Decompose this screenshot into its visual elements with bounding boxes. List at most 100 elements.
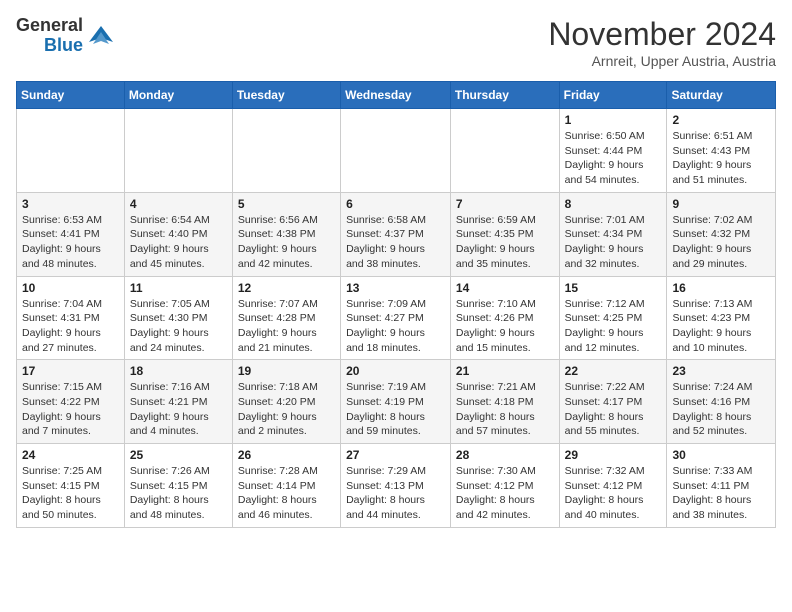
logo-icon [87,22,115,50]
calendar-cell: 26 Sunrise: 7:28 AM Sunset: 4:14 PM Dayli… [232,444,340,528]
calendar-cell: 19 Sunrise: 7:18 AM Sunset: 4:20 PM Dayli… [232,360,340,444]
day-number: 8 [565,197,662,211]
weekday-header-wednesday: Wednesday [341,82,451,109]
calendar-cell: 29 Sunrise: 7:32 AM Sunset: 4:12 PM Dayli… [559,444,667,528]
header: General Blue November 2024 Arnreit, Uppe… [16,16,776,69]
calendar-body: 1Sunrise: 6:50 AM Sunset: 4:44 PM Daylig… [17,109,776,528]
weekday-row: SundayMondayTuesdayWednesdayThursdayFrid… [17,82,776,109]
day-info: Sunrise: 7:15 AM Sunset: 4:22 PM Dayligh… [22,380,119,439]
day-number: 26 [238,448,335,462]
day-info: Sunrise: 6:54 AM Sunset: 4:40 PM Dayligh… [130,213,227,272]
calendar: SundayMondayTuesdayWednesdayThursdayFrid… [16,81,776,528]
day-number: 20 [346,364,445,378]
calendar-week-1: 1Sunrise: 6:50 AM Sunset: 4:44 PM Daylig… [17,109,776,193]
day-info: Sunrise: 7:19 AM Sunset: 4:19 PM Dayligh… [346,380,445,439]
day-info: Sunrise: 7:04 AM Sunset: 4:31 PM Dayligh… [22,297,119,356]
day-info: Sunrise: 7:21 AM Sunset: 4:18 PM Dayligh… [456,380,554,439]
calendar-week-5: 24 Sunrise: 7:25 AM Sunset: 4:15 PM Dayli… [17,444,776,528]
calendar-cell: 18Sunrise: 7:16 AM Sunset: 4:21 PM Dayli… [124,360,232,444]
day-info: Sunrise: 7:07 AM Sunset: 4:28 PM Dayligh… [238,297,335,356]
calendar-cell: 12 Sunrise: 7:07 AM Sunset: 4:28 PM Dayli… [232,276,340,360]
calendar-week-4: 17Sunrise: 7:15 AM Sunset: 4:22 PM Dayli… [17,360,776,444]
calendar-cell [341,109,451,193]
calendar-cell [124,109,232,193]
day-number: 16 [672,281,770,295]
day-number: 4 [130,197,227,211]
day-info: Sunrise: 7:29 AM Sunset: 4:13 PM Dayligh… [346,464,445,523]
day-number: 6 [346,197,445,211]
day-info: Sunrise: 7:10 AM Sunset: 4:26 PM Dayligh… [456,297,554,356]
month-title: November 2024 [548,16,776,53]
calendar-cell: 23Sunrise: 7:24 AM Sunset: 4:16 PM Dayli… [667,360,776,444]
day-info: Sunrise: 7:32 AM Sunset: 4:12 PM Dayligh… [565,464,662,523]
day-number: 10 [22,281,119,295]
day-info: Sunrise: 7:12 AM Sunset: 4:25 PM Dayligh… [565,297,662,356]
day-info: Sunrise: 6:59 AM Sunset: 4:35 PM Dayligh… [456,213,554,272]
weekday-header-tuesday: Tuesday [232,82,340,109]
day-info: Sunrise: 7:09 AM Sunset: 4:27 PM Dayligh… [346,297,445,356]
location-title: Arnreit, Upper Austria, Austria [548,53,776,69]
day-number: 1 [565,113,662,127]
calendar-cell: 5 Sunrise: 6:56 AM Sunset: 4:38 PM Daylig… [232,192,340,276]
day-number: 23 [672,364,770,378]
weekday-header-friday: Friday [559,82,667,109]
calendar-cell: 4 Sunrise: 6:54 AM Sunset: 4:40 PM Daylig… [124,192,232,276]
day-info: Sunrise: 7:18 AM Sunset: 4:20 PM Dayligh… [238,380,335,439]
day-number: 12 [238,281,335,295]
day-info: Sunrise: 6:53 AM Sunset: 4:41 PM Dayligh… [22,213,119,272]
calendar-cell: 25Sunrise: 7:26 AM Sunset: 4:15 PM Dayli… [124,444,232,528]
calendar-cell: 17Sunrise: 7:15 AM Sunset: 4:22 PM Dayli… [17,360,125,444]
day-number: 25 [130,448,227,462]
calendar-cell: 24 Sunrise: 7:25 AM Sunset: 4:15 PM Dayli… [17,444,125,528]
title-area: November 2024 Arnreit, Upper Austria, Au… [548,16,776,69]
day-info: Sunrise: 7:25 AM Sunset: 4:15 PM Dayligh… [22,464,119,523]
day-number: 18 [130,364,227,378]
calendar-cell: 15 Sunrise: 7:12 AM Sunset: 4:25 PM Dayli… [559,276,667,360]
day-number: 15 [565,281,662,295]
calendar-cell: 21Sunrise: 7:21 AM Sunset: 4:18 PM Dayli… [450,360,559,444]
day-number: 3 [22,197,119,211]
day-number: 24 [22,448,119,462]
day-info: Sunrise: 7:05 AM Sunset: 4:30 PM Dayligh… [130,297,227,356]
calendar-week-2: 3 Sunrise: 6:53 AM Sunset: 4:41 PM Daylig… [17,192,776,276]
day-info: Sunrise: 6:56 AM Sunset: 4:38 PM Dayligh… [238,213,335,272]
weekday-header-sunday: Sunday [17,82,125,109]
day-number: 9 [672,197,770,211]
calendar-cell: 10 Sunrise: 7:04 AM Sunset: 4:31 PM Dayli… [17,276,125,360]
day-info: Sunrise: 7:28 AM Sunset: 4:14 PM Dayligh… [238,464,335,523]
day-number: 2 [672,113,770,127]
calendar-cell [232,109,340,193]
calendar-cell: 9 Sunrise: 7:02 AM Sunset: 4:32 PM Daylig… [667,192,776,276]
calendar-cell: 30Sunrise: 7:33 AM Sunset: 4:11 PM Dayli… [667,444,776,528]
calendar-cell: 8 Sunrise: 7:01 AM Sunset: 4:34 PM Daylig… [559,192,667,276]
calendar-cell: 3 Sunrise: 6:53 AM Sunset: 4:41 PM Daylig… [17,192,125,276]
day-number: 29 [565,448,662,462]
day-number: 5 [238,197,335,211]
calendar-header: SundayMondayTuesdayWednesdayThursdayFrid… [17,82,776,109]
calendar-cell: 6Sunrise: 6:58 AM Sunset: 4:37 PM Daylig… [341,192,451,276]
day-number: 11 [130,281,227,295]
day-number: 7 [456,197,554,211]
calendar-cell: 1Sunrise: 6:50 AM Sunset: 4:44 PM Daylig… [559,109,667,193]
calendar-cell: 14Sunrise: 7:10 AM Sunset: 4:26 PM Dayli… [450,276,559,360]
day-number: 27 [346,448,445,462]
weekday-header-saturday: Saturday [667,82,776,109]
day-info: Sunrise: 7:30 AM Sunset: 4:12 PM Dayligh… [456,464,554,523]
calendar-cell: 22Sunrise: 7:22 AM Sunset: 4:17 PM Dayli… [559,360,667,444]
day-number: 22 [565,364,662,378]
calendar-cell [450,109,559,193]
calendar-cell [17,109,125,193]
weekday-header-thursday: Thursday [450,82,559,109]
calendar-cell: 28Sunrise: 7:30 AM Sunset: 4:12 PM Dayli… [450,444,559,528]
calendar-week-3: 10 Sunrise: 7:04 AM Sunset: 4:31 PM Dayli… [17,276,776,360]
calendar-cell: 20 Sunrise: 7:19 AM Sunset: 4:19 PM Dayli… [341,360,451,444]
day-number: 30 [672,448,770,462]
calendar-cell: 16Sunrise: 7:13 AM Sunset: 4:23 PM Dayli… [667,276,776,360]
day-info: Sunrise: 7:02 AM Sunset: 4:32 PM Dayligh… [672,213,770,272]
logo: General Blue [16,16,115,56]
day-number: 19 [238,364,335,378]
calendar-cell: 7 Sunrise: 6:59 AM Sunset: 4:35 PM Daylig… [450,192,559,276]
calendar-cell: 11 Sunrise: 7:05 AM Sunset: 4:30 PM Dayli… [124,276,232,360]
day-info: Sunrise: 7:01 AM Sunset: 4:34 PM Dayligh… [565,213,662,272]
calendar-cell: 2Sunrise: 6:51 AM Sunset: 4:43 PM Daylig… [667,109,776,193]
